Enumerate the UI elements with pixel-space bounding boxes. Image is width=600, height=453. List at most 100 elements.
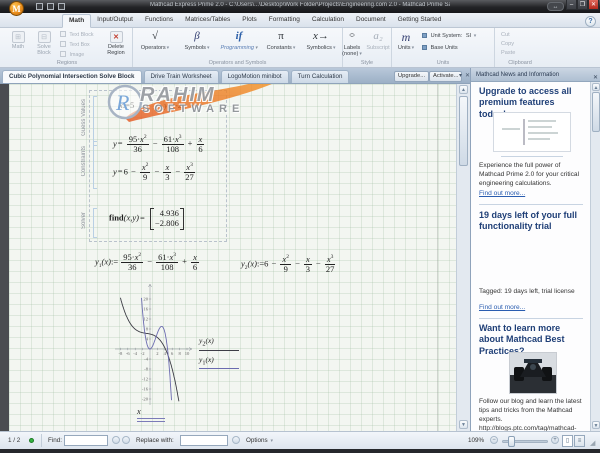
solve-block-button[interactable]: ⊟ Solve Block [32,30,56,58]
solver-bracket [93,208,97,238]
scroll-down-icon[interactable]: ▼ [459,420,468,429]
scroll-up-icon[interactable]: ▲ [592,83,600,91]
doc-tab-logomotion[interactable]: LogoMotion minibot [220,70,289,83]
document-tab-bar: Cubic Polynomial Intersection Solve Bloc… [0,68,470,84]
svg-text:-4: -4 [133,351,138,356]
copy-button[interactable]: Copy [501,41,545,47]
x-axis-expression-line [137,421,165,422]
help-button[interactable]: ? [585,16,596,27]
sidebar-tagged-text: Tagged: 19 days left, trial license [479,288,575,295]
tab-getting-started[interactable]: Getting Started [392,14,448,28]
base-units-icon [422,45,427,50]
doc-tab-cubic-polynomial[interactable]: Cubic Polynomial Intersection Solve Bloc… [2,70,142,83]
math-region-button[interactable]: ⊞ Math [6,30,30,58]
cut-button[interactable]: Cut [501,32,545,38]
worksheet-canvas[interactable]: Guess Values Constraints Solver x:=5 y:=… [9,84,456,431]
subscript-button[interactable]: a₂ Subscript [363,30,393,51]
calculation-status-icon [29,438,34,443]
find-label: Find: [48,437,62,444]
zoom-in-icon[interactable]: + [551,436,559,444]
doc-tab-turn-calculation[interactable]: Turn Calculation [290,70,350,83]
definition-y1[interactable]: y1(x):= 95·x2 36 − 61·x3 108 + x6 [95,252,200,273]
find-out-more-link-1[interactable]: Find out more... [479,190,525,197]
constants-menu[interactable]: π Constants▾ [261,30,301,51]
base-units-button[interactable]: Base Units [422,45,490,51]
svg-text:-4: -4 [144,357,149,362]
toggle-ribbon-button[interactable]: ↔ [547,2,564,11]
xy-plot[interactable]: -8 -6 -4 -2 2 4 6 8 1020161284-4-8-12-16-20 [109,282,269,412]
tab-math[interactable]: Math [62,14,92,28]
scrollbar-thumb[interactable] [459,96,468,166]
worksheet-scrollbar[interactable]: ▲ ▼ [456,84,470,431]
page-view-button[interactable]: ▯ [562,435,573,447]
ribbon-tab-row: Math Input/Output Functions Matrices/Tab… [0,13,600,28]
image-button[interactable]: Image [60,51,100,60]
programming-icon: if [235,30,243,42]
constraint-equation-2[interactable]: y=6 − x2 9 − x3 − x3 27 [113,162,196,183]
legend-entry-y1: y1(x) [199,355,239,369]
scrollbar-thumb[interactable] [592,92,600,132]
units-icon: m [401,30,411,44]
draft-view-button[interactable]: ≡ [574,435,585,447]
svg-text:-20: -20 [142,397,149,402]
plot-legend[interactable]: y2(x) y1(x) [199,336,239,373]
solver-label: Solver [81,212,87,230]
svg-text:-8: -8 [144,367,149,372]
units-menu[interactable]: m Units▾ [392,30,420,51]
guess-value-x[interactable]: x:=5 [119,100,134,110]
find-out-more-link-2[interactable]: Find out more... [479,304,525,311]
close-button[interactable]: ✕ [588,0,599,10]
options-menu[interactable]: Options ▾ [246,437,273,444]
tab-list-dropdown-icon[interactable]: ▾ [459,72,462,79]
zoom-out-icon[interactable]: − [490,436,498,444]
plot-x-axis-label[interactable]: x [137,406,165,422]
zoom-slider-thumb[interactable] [508,436,515,447]
guess-values-bracket [93,96,97,146]
save-icon[interactable] [58,3,65,10]
new-file-icon[interactable] [36,3,43,10]
delete-region-button[interactable]: ✕ Delete Region [104,30,128,58]
legend-line-y1 [199,368,239,369]
tab-plots[interactable]: Plots [236,14,262,28]
operators-icon: √ [151,30,159,42]
scroll-up-icon[interactable]: ▲ [459,85,468,94]
resize-grip[interactable]: ◢ [590,440,598,448]
divider [501,156,563,157]
tab-input-output[interactable]: Input/Output [91,14,139,28]
replace-input[interactable] [180,435,228,446]
text-box-button[interactable]: Text Box [60,41,100,50]
scroll-down-icon[interactable]: ▼ [592,421,600,429]
find-previous-icon[interactable] [112,436,120,444]
tab-calculation[interactable]: Calculation [306,14,350,28]
tab-formatting[interactable]: Formatting [263,14,306,28]
text-block-button[interactable]: Text Block [60,31,100,40]
app-menu-orb[interactable]: M [9,1,24,16]
maximize-button[interactable]: ❐ [577,0,588,10]
constraint-equation-1[interactable]: y= 95·x2 36 − 61·x3 108 + x6 [113,134,205,155]
find-input[interactable] [64,435,108,446]
upgrade-button[interactable]: Upgrade... [394,71,430,82]
open-file-icon[interactable] [47,3,54,10]
programming-menu[interactable]: if Programming▾ [219,30,259,51]
doc-tab-drive-train[interactable]: Drive Train Worksheet [143,70,219,83]
definition-y2[interactable]: y2(x):=6 − x2 9 − x3 − x3 27 [241,254,336,275]
paste-button[interactable]: Paste [501,50,545,56]
tab-functions[interactable]: Functions [139,14,179,28]
symbols-menu[interactable]: β Symbols▾ [177,30,217,51]
promo-math-image [493,112,571,152]
titlebar: Mathcad Express Prime 2.0 - C:\Users\...… [0,0,600,13]
group-clipboard: Cut Copy Paste Clipboard [495,28,545,67]
tab-document[interactable]: Document [350,14,392,28]
unit-system-select[interactable]: Unit System: SI ▾ [422,33,490,39]
sidebar-scrollbar[interactable]: ▲ ▼ [590,82,600,431]
legend-line-y2 [199,349,239,351]
left-panel-strip [0,84,9,431]
find-next-icon[interactable] [122,436,130,444]
minimize-button[interactable]: – [566,0,577,10]
tab-matrices-tables[interactable]: Matrices/Tables [179,14,236,28]
group-operators-symbols: √ Operators▾ β Symbols▾ if Programming▾ … [133,28,343,67]
replace-icon[interactable] [232,436,240,444]
find-result[interactable]: find(x,y)= 4.936 −2.806 [109,208,184,230]
activate-button[interactable]: Activate... [429,71,463,82]
operators-menu[interactable]: √ Operators▾ [135,30,175,51]
